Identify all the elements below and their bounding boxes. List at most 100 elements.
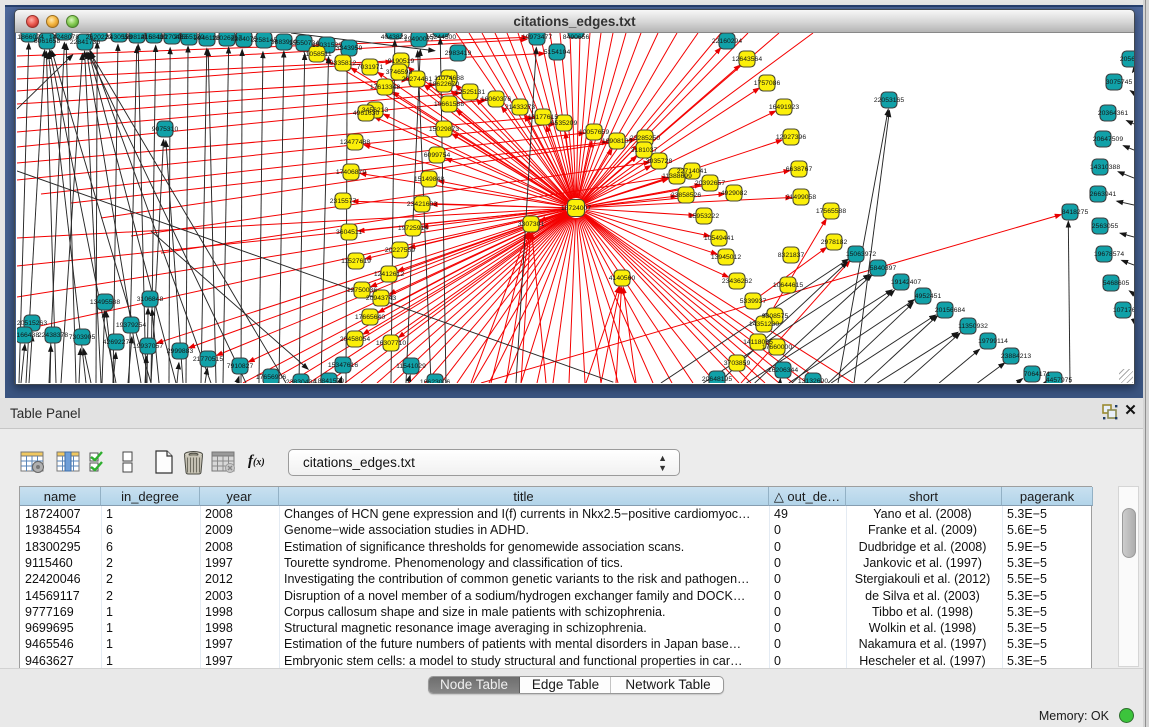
svg-text:20274461: 20274461: [402, 76, 432, 83]
svg-text:12477488: 12477488: [340, 139, 370, 146]
svg-text:4269227: 4269227: [103, 339, 130, 346]
svg-text:10717675: 10717675: [1113, 307, 1134, 314]
svg-text:18724007: 18724007: [561, 205, 591, 212]
svg-text:11527619: 11527619: [341, 258, 371, 265]
svg-text:15149848: 15149848: [414, 176, 444, 183]
svg-text:11058511: 11058511: [302, 51, 331, 58]
svg-text:10549441: 10549441: [704, 235, 734, 242]
svg-text:10644615: 10644615: [773, 282, 803, 289]
svg-text:9335812: 9335812: [330, 60, 357, 67]
svg-text:2983419: 2983419: [445, 50, 472, 57]
svg-text:7303905: 7303905: [69, 334, 96, 341]
svg-text:16060376: 16060376: [481, 96, 511, 103]
svg-text:16307710: 16307710: [376, 340, 406, 347]
svg-text:8321837: 8321837: [778, 252, 805, 259]
svg-text:10661588: 10661588: [434, 101, 464, 108]
svg-text:17613348: 17613348: [370, 84, 400, 91]
svg-text:3746598: 3746598: [386, 69, 413, 76]
svg-text:8490656: 8490656: [563, 34, 590, 41]
svg-text:23884213: 23884213: [1001, 353, 1031, 360]
svg-text:19379254: 19379254: [116, 322, 146, 329]
svg-text:4140560: 4140560: [609, 275, 636, 282]
svg-text:9190519: 9190519: [388, 58, 415, 65]
svg-text:23858526: 23858526: [671, 192, 701, 199]
svg-text:2999883: 2999883: [167, 348, 194, 355]
svg-text:6638767: 6638767: [786, 166, 813, 173]
svg-text:3703859: 3703859: [724, 360, 751, 367]
svg-text:16623006: 16623006: [420, 379, 450, 383]
svg-text:9075310: 9075310: [152, 126, 179, 133]
svg-text:20515263: 20515263: [17, 320, 47, 327]
svg-text:3343959: 3343959: [336, 45, 363, 52]
svg-text:7910827: 7910827: [227, 363, 254, 370]
svg-text:20647509: 20647509: [1093, 136, 1123, 143]
svg-text:19937057: 19937057: [133, 343, 163, 350]
svg-text:2563055: 2563055: [1092, 223, 1119, 230]
svg-text:11350932: 11350932: [958, 323, 988, 330]
svg-text:16908100: 16908100: [602, 138, 632, 145]
svg-text:17406879: 17406879: [336, 169, 366, 176]
svg-text:4929082: 4929082: [721, 190, 748, 197]
svg-text:15953222: 15953222: [689, 213, 719, 220]
svg-text:5468605: 5468605: [1103, 280, 1130, 287]
svg-text:2315577: 2315577: [330, 198, 357, 205]
svg-text:3307301: 3307301: [518, 221, 545, 228]
svg-text:23421603: 23421603: [407, 201, 437, 208]
svg-text:5339937: 5339937: [740, 298, 767, 305]
svg-text:8418275: 8418275: [1062, 209, 1089, 216]
svg-text:19142407: 19142407: [891, 279, 921, 286]
svg-text:3035728: 3035728: [646, 158, 673, 165]
svg-text:22714041: 22714041: [677, 168, 707, 175]
svg-text:18841570: 18841570: [314, 378, 344, 383]
svg-text:4457975: 4457975: [1046, 377, 1073, 383]
svg-text:13945012: 13945012: [711, 254, 741, 261]
svg-text:20227559: 20227559: [385, 247, 415, 254]
svg-text:20166438: 20166438: [17, 332, 39, 339]
svg-text:22438378: 22438378: [38, 332, 68, 339]
svg-text:2663941: 2663941: [1090, 191, 1117, 198]
svg-text:23285250: 23285250: [630, 135, 660, 142]
svg-text:20364361: 20364361: [1098, 110, 1128, 117]
svg-text:2978182: 2978182: [821, 239, 848, 246]
svg-text:12927396: 12927396: [776, 134, 806, 141]
svg-text:4961630: 4961630: [353, 110, 380, 117]
svg-text:23830434: 23830434: [286, 379, 316, 383]
svg-text:21499058: 21499058: [786, 194, 816, 201]
svg-text:17656906: 17656906: [256, 374, 286, 381]
svg-text:14351230: 14351230: [749, 321, 779, 328]
svg-text:9308575: 9308575: [762, 313, 789, 320]
svg-text:22053165: 22053165: [874, 97, 904, 104]
svg-text:15347616: 15347616: [328, 362, 358, 369]
svg-text:15244500: 15244500: [426, 34, 456, 41]
svg-text:15029873: 15029873: [429, 126, 459, 133]
svg-text:12412612: 12412612: [374, 271, 404, 278]
svg-text:21770515: 21770515: [193, 356, 223, 363]
svg-text:23436262: 23436262: [722, 278, 752, 285]
svg-text:12750036: 12750036: [347, 287, 377, 294]
svg-text:19725914: 19725914: [398, 225, 428, 232]
svg-text:6535209: 6535209: [551, 120, 578, 127]
svg-text:5154104: 5154104: [544, 49, 571, 56]
svg-text:20156684: 20156684: [935, 307, 965, 314]
svg-text:6099754: 6099754: [424, 152, 451, 159]
svg-text:14310388: 14310388: [1090, 164, 1120, 171]
svg-text:17660000: 17660000: [762, 344, 792, 351]
svg-text:12643564: 12643564: [732, 56, 762, 63]
svg-text:3181037: 3181037: [631, 147, 658, 154]
svg-text:20648195: 20648195: [702, 376, 732, 383]
svg-text:19678574: 19678574: [1094, 251, 1124, 258]
svg-text:15063972: 15063972: [846, 251, 876, 258]
svg-text:12525131: 12525131: [455, 89, 485, 96]
svg-text:20458054: 20458054: [340, 336, 370, 343]
svg-text:20392657: 20392657: [695, 180, 725, 187]
svg-text:17665640: 17665640: [355, 314, 385, 321]
svg-text:1757086: 1757086: [754, 80, 781, 87]
svg-text:11541029: 11541029: [396, 363, 426, 370]
svg-text:16491923: 16491923: [769, 104, 799, 111]
svg-text:17565588: 17565588: [816, 208, 846, 215]
svg-text:3106848: 3106848: [137, 296, 164, 303]
svg-text:3604511: 3604511: [336, 229, 362, 236]
svg-text:21433273: 21433273: [505, 104, 535, 111]
svg-text:16206344: 16206344: [768, 367, 798, 374]
svg-text:13132690: 13132690: [798, 378, 828, 383]
